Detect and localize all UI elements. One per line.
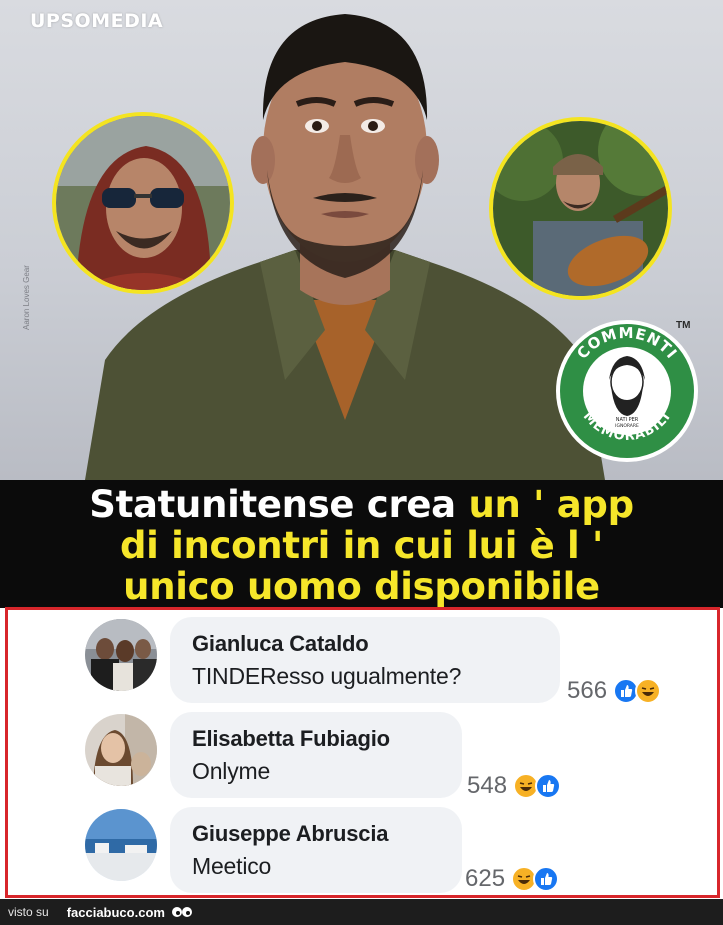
reaction-count: 566	[567, 677, 608, 704]
trademark: TM	[676, 320, 691, 331]
reaction-summary[interactable]: 548	[467, 772, 562, 800]
comment-author[interactable]: Elisabetta Fubiagio	[192, 726, 440, 752]
left-circle-photo	[52, 112, 234, 294]
news-photo: UPSOMEDIA Aaron Loves Gear COMMENTI MEMO…	[0, 0, 723, 480]
reaction-summary[interactable]: 625	[465, 865, 560, 893]
headline: Statunitense crea un ' app di incontri i…	[0, 480, 723, 608]
comment-text: Onlyme	[192, 758, 271, 784]
headline-line-3: unico uomo disponibile	[123, 565, 600, 608]
badge-small-text-2: IGNORARE	[615, 423, 639, 429]
comment-item: Elisabetta Fubiagio Onlyme 548	[8, 712, 717, 804]
headline-line-1: Statunitense crea un ' app	[0, 484, 723, 525]
headline-line-2: di incontri in cui lui è l '	[119, 524, 604, 567]
comment-text: Meetico	[192, 853, 272, 879]
reaction-count: 548	[467, 772, 508, 799]
avatar[interactable]	[85, 809, 157, 881]
haha-icon	[635, 678, 662, 704]
reaction-count: 625	[465, 865, 506, 892]
headline-line-1-yellow: un ' app	[468, 483, 634, 526]
footer-bar: visto su facciabuco.com	[0, 899, 723, 925]
like-icon	[535, 773, 562, 799]
photo-credit: Aaron Loves Gear	[22, 265, 31, 330]
comment-bubble: Giuseppe Abruscia Meetico	[170, 807, 462, 893]
headline-line-1-white: Statunitense crea	[89, 483, 469, 526]
comment-bubble: Gianluca Cataldo TINDEResso ugualmente?	[170, 617, 560, 703]
eyes-logo-icon	[171, 905, 193, 919]
avatar[interactable]	[85, 714, 157, 786]
like-icon	[533, 866, 560, 892]
comment-author[interactable]: Giuseppe Abruscia	[192, 821, 440, 847]
comment-author[interactable]: Gianluca Cataldo	[192, 631, 538, 657]
site-link[interactable]: facciabuco.com	[67, 905, 165, 920]
comments-panel: Gianluca Cataldo TINDEResso ugualmente? …	[5, 607, 720, 898]
right-circle-photo	[489, 117, 672, 300]
badge-small-text-1: NATI PER	[616, 417, 639, 423]
avatar[interactable]	[85, 619, 157, 691]
footer-visto-label: visto su	[8, 905, 49, 919]
comment-text: TINDEResso ugualmente?	[192, 663, 462, 689]
comment-bubble: Elisabetta Fubiagio Onlyme	[170, 712, 462, 798]
comment-item: Giuseppe Abruscia Meetico 625	[8, 807, 717, 899]
commenti-memorabili-badge: COMMENTI MEMORABILI NATI PER IGNORARE	[556, 320, 698, 462]
reaction-summary[interactable]: 566	[567, 677, 662, 705]
comment-item: Gianluca Cataldo TINDEResso ugualmente? …	[8, 617, 717, 709]
